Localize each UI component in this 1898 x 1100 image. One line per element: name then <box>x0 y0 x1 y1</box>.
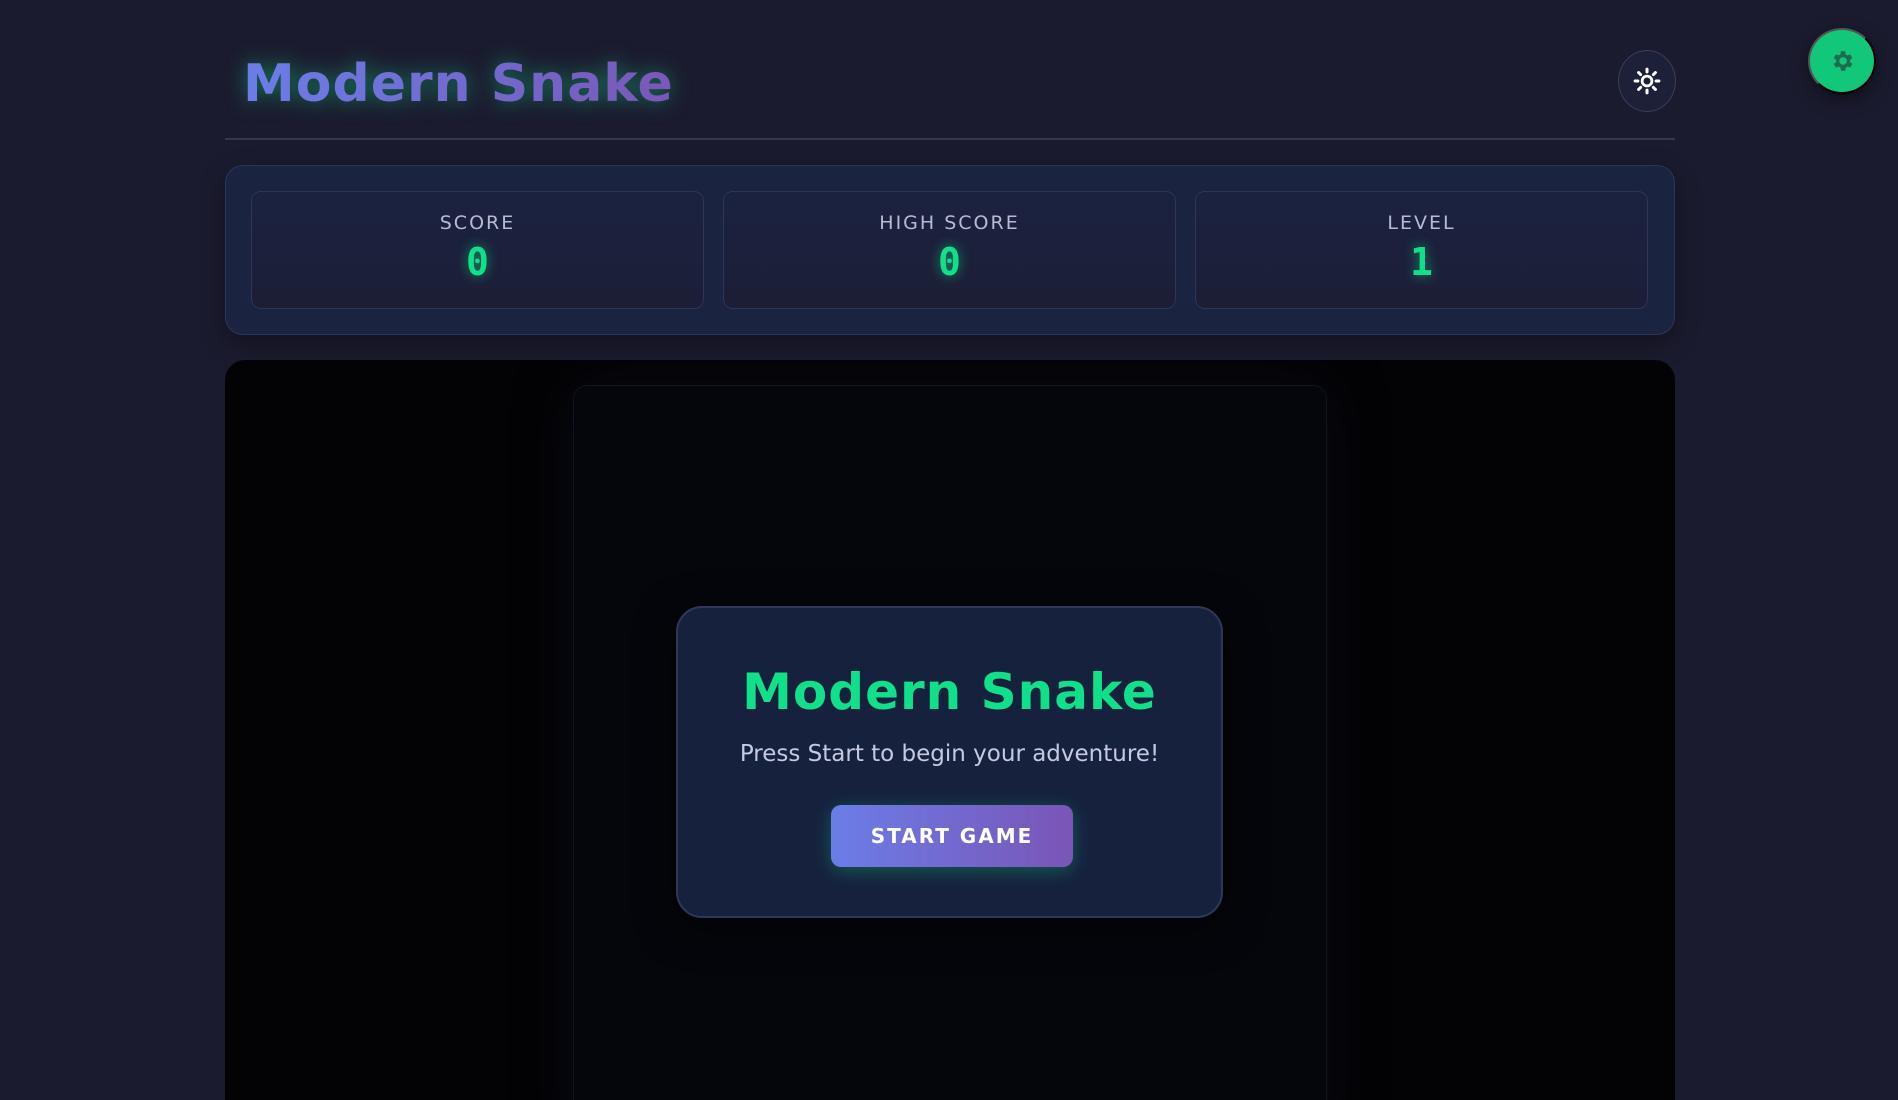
theme-toggle-button[interactable] <box>1618 50 1676 112</box>
level-value: 1 <box>1410 240 1433 284</box>
score-value: 0 <box>466 240 489 284</box>
high-score-value: 0 <box>938 240 961 284</box>
gear-icon <box>1833 51 1853 71</box>
start-modal: Modern Snake Press Start to begin your a… <box>676 606 1223 918</box>
high-score-card: HIGH SCORE 0 <box>723 191 1176 309</box>
level-card: LEVEL 1 <box>1195 191 1648 309</box>
score-card: SCORE 0 <box>251 191 704 309</box>
modal-subtitle: Press Start to begin your adventure! <box>739 741 1160 767</box>
score-label: SCORE <box>439 212 516 234</box>
header: Modern Snake <box>225 40 1676 140</box>
high-score-label: HIGH SCORE <box>879 212 1020 234</box>
stats-panel: SCORE 0 HIGH SCORE 0 LEVEL 1 <box>225 165 1675 335</box>
sun-icon <box>1633 67 1661 95</box>
level-label: LEVEL <box>1387 212 1456 234</box>
app-title: Modern Snake <box>243 54 674 114</box>
settings-button[interactable] <box>1808 28 1876 94</box>
start-game-button[interactable]: START GAME <box>831 805 1073 867</box>
modal-title: Modern Snake <box>742 663 1157 721</box>
